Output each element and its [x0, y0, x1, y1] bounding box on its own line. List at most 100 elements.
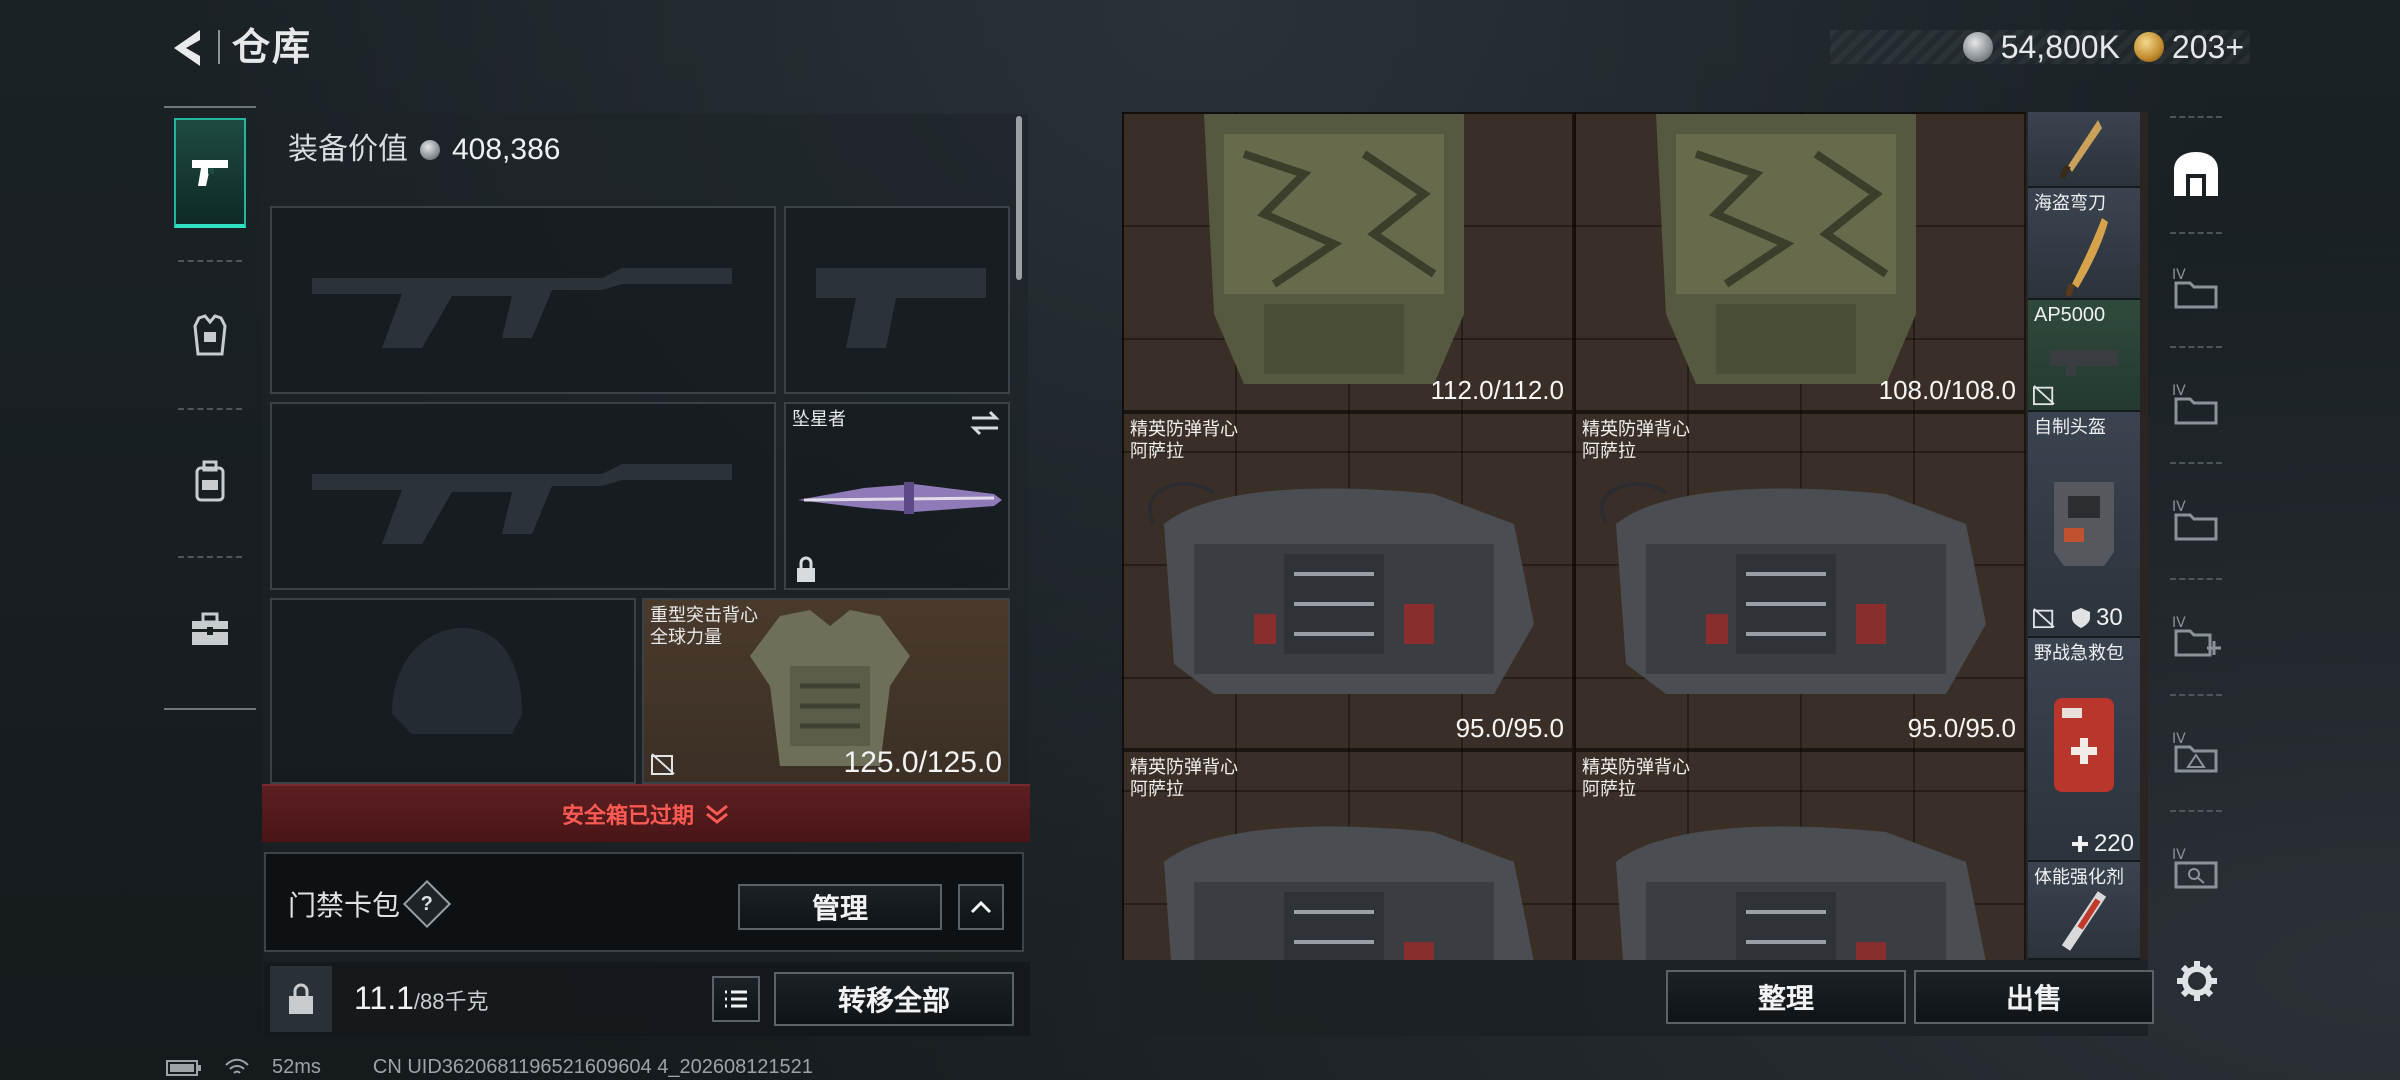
storage-item-pirate-cutlass[interactable]: 海盗弯刀	[2028, 188, 2140, 300]
svg-text:IV: IV	[2172, 731, 2186, 747]
helmet-armor-value: 30	[2096, 604, 2123, 631]
plus-icon	[2071, 836, 2088, 852]
title-divider	[218, 30, 220, 64]
sort-button[interactable]: 整理	[1666, 970, 1906, 1024]
tab-folder-warning[interactable]: IV	[2160, 700, 2232, 804]
storage-side-column: 海盗弯刀 AP5000 自制头盔 30 野战急救包 220 体能强化剂	[2028, 112, 2140, 960]
melee-slot[interactable]: 坠星者	[784, 402, 1010, 590]
storage-item-elite-vest-4[interactable]: 精英防弹背心 阿萨拉	[1574, 750, 2026, 960]
weight-max: /88千克	[413, 989, 489, 1014]
primary-weapon-slot-1[interactable]	[270, 206, 776, 394]
storage-item-elite-vest-2[interactable]: 精英防弹背心 阿萨拉 95.0/95.0	[1574, 412, 2026, 750]
rail-separator	[2170, 462, 2222, 464]
knife-icon	[2059, 120, 2102, 180]
transfer-all-label: 转移全部	[837, 985, 950, 1016]
storage-item-ap5000[interactable]: AP5000	[2028, 300, 2140, 412]
storage-item-homemade-helmet[interactable]: 自制头盔 30	[2028, 412, 2140, 638]
silver-coin-icon	[1962, 32, 1993, 62]
equipment-scrollbar[interactable]	[1016, 116, 1022, 280]
storage-action-bar: 整理 出售	[1122, 960, 2154, 1036]
storage-item-elite-vest-1[interactable]: 精英防弹背心 阿萨拉 95.0/95.0	[1122, 412, 1574, 750]
expand-up-button[interactable]	[958, 884, 1004, 930]
item-label: 野战急救包	[2034, 643, 2124, 663]
manage-button-label: 管理	[811, 893, 868, 924]
no-insure-icon	[651, 753, 675, 775]
transfer-all-button[interactable]: 转移全部	[774, 972, 1014, 1026]
storage-item-vest-2[interactable]: 108.0/108.0	[1574, 112, 2026, 412]
tab-folder-2[interactable]: IV	[2160, 352, 2232, 456]
elite-vest-icon	[1164, 826, 1534, 960]
gold-coin-icon	[2133, 32, 2164, 62]
back-button[interactable]	[160, 22, 212, 74]
pistol-slot[interactable]	[784, 206, 1010, 394]
lock-icon	[797, 556, 815, 582]
storage-item-field-medkit[interactable]: 野战急救包 220	[2028, 638, 2140, 862]
svg-text:IV: IV	[2172, 847, 2186, 863]
armor-slot[interactable]: 重型突击背心 全球力量 125.0/125.0	[642, 598, 1010, 784]
keycard-pack: 门禁卡包 ?	[288, 879, 452, 929]
ping-value: 52ms	[272, 1056, 321, 1078]
svg-text:IV: IV	[2172, 615, 2186, 631]
tab-weapons[interactable]	[174, 118, 246, 228]
syringe-icon	[2061, 891, 2107, 951]
tab-storage-home[interactable]	[2160, 122, 2232, 226]
item-durability: 112.0/112.0	[1430, 375, 1565, 405]
gold-currency[interactable]: 203+	[2133, 30, 2244, 64]
sell-button[interactable]: 出售	[1914, 970, 2154, 1024]
keycard-pack-label: 门禁卡包	[288, 890, 401, 921]
back-arrow-icon	[174, 30, 200, 66]
rail-separator	[2170, 232, 2222, 234]
list-view-button[interactable]	[712, 976, 760, 1022]
folder-tab-1-icon: IV	[2172, 267, 2218, 309]
elite-vest-icon	[1616, 826, 1986, 960]
help-icon[interactable]: ?	[402, 879, 452, 929]
swap-icon[interactable]	[970, 410, 1000, 436]
item-label: 精英防弹背心 阿萨拉	[1582, 757, 1690, 799]
uid-text: CN UID3620681196521609604 4_202608121521	[372, 1056, 813, 1078]
tab-folder-3[interactable]: IV	[2160, 468, 2232, 572]
keycard-pack-row: 门禁卡包 ? 管理	[264, 852, 1024, 952]
battery-icon	[166, 1059, 201, 1076]
rail-separator	[2170, 346, 2222, 348]
gear-icon	[2177, 961, 2217, 1001]
medkit-icon	[2054, 698, 2114, 792]
tab-supplies[interactable]	[174, 574, 246, 684]
equipment-value-number: 408,386	[452, 133, 561, 166]
rail-separator	[2170, 694, 2222, 696]
folder-tab-warning-icon: IV	[2172, 731, 2218, 773]
item-label: 精英防弹背心 阿萨拉	[1130, 757, 1238, 799]
medkit-heal-badge: 220	[2070, 830, 2134, 858]
wifi-icon	[225, 1058, 249, 1074]
svg-text:IV: IV	[2172, 383, 2186, 399]
tab-armor[interactable]	[174, 280, 246, 390]
manage-button[interactable]: 管理	[738, 884, 942, 930]
weight-value: 11.1	[354, 980, 414, 1016]
tab-folder-1[interactable]: IV	[2160, 236, 2232, 340]
tab-backpack[interactable]	[174, 426, 246, 536]
rifle-silhouette-icon	[312, 464, 732, 544]
rail-separator	[178, 260, 242, 262]
sort-button-label: 整理	[1757, 983, 1814, 1014]
helmet-icon	[2054, 482, 2114, 566]
tab-add-folder[interactable]: IV	[2160, 584, 2232, 688]
chevron-up-icon	[970, 900, 992, 914]
primary-weapon-slot-2[interactable]	[270, 402, 776, 590]
rifle-silhouette-icon	[312, 268, 732, 348]
tab-folder-search[interactable]: IV	[2160, 816, 2232, 920]
storage-item-stimulant[interactable]: 体能强化剂	[2028, 862, 2140, 960]
storage-item-elite-vest-3[interactable]: 精英防弹背心 阿萨拉	[1122, 750, 1574, 960]
silver-currency[interactable]: 54,800K	[1962, 30, 2120, 64]
item-label: 自制头盔	[2034, 417, 2106, 437]
storage-item-knife[interactable]	[2028, 112, 2140, 188]
equipment-value-label: 装备价值	[288, 133, 408, 166]
storage-tab-rail: IV IV IV IV IV IV	[2156, 112, 2236, 962]
rail-separator	[2170, 116, 2222, 118]
medkit-heal-value: 220	[2093, 830, 2134, 857]
melee-slot-label: 坠星者	[792, 409, 846, 429]
storage-item-vest-1[interactable]: 112.0/112.0	[1122, 112, 1574, 412]
settings-button[interactable]	[2168, 952, 2226, 1010]
elite-vest-icon	[1600, 482, 1986, 694]
helmet-slot[interactable]	[270, 598, 636, 784]
status-bar: 52ms CN UID3620681196521609604 4_2026081…	[166, 1056, 813, 1079]
safebox-expired-banner[interactable]: 安全箱已过期	[262, 784, 1030, 842]
